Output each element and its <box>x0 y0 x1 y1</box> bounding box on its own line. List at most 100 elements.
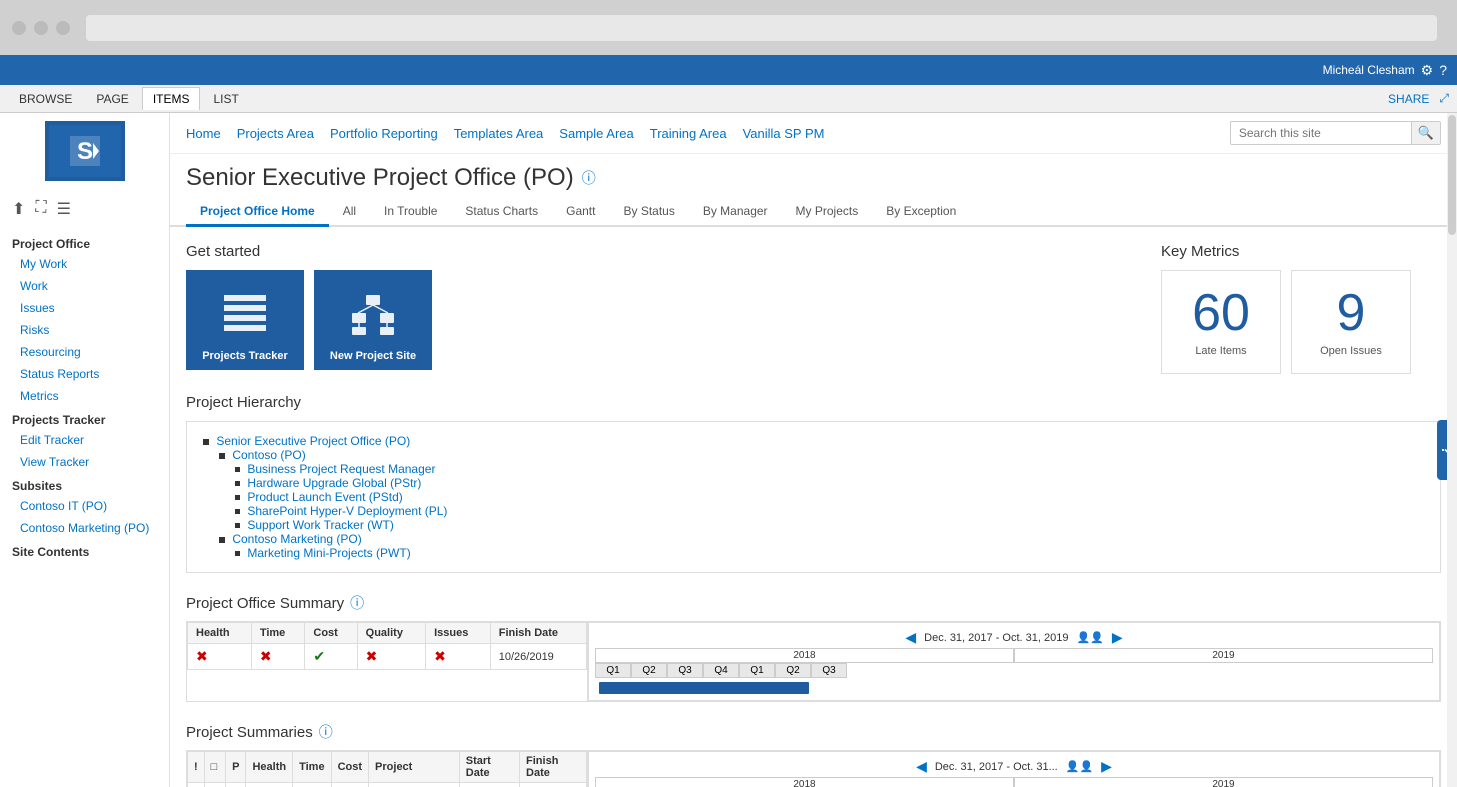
view-tab-by-manager[interactable]: By Manager <box>689 198 782 227</box>
sidebar-item-contoso-it[interactable]: Contoso IT (PO) <box>0 495 169 517</box>
sidebar-item-risks[interactable]: Risks <box>0 319 169 341</box>
expand-button[interactable]: ⤢ <box>1439 91 1449 106</box>
topnav-templates-area[interactable]: Templates Area <box>454 126 544 141</box>
ps-time: ✖ <box>293 783 331 787</box>
ps-info-icon[interactable]: ⓘ <box>319 722 333 742</box>
sidebar-item-edit-tracker[interactable]: Edit Tracker <box>0 429 169 451</box>
hierarchy-link-4[interactable]: Hardware Upgrade Global (PStr) <box>247 476 421 490</box>
view-tab-all[interactable]: All <box>329 198 370 227</box>
tab-page[interactable]: PAGE <box>85 87 139 110</box>
pos-quality: ✖ <box>357 644 425 670</box>
pos-gantt: ◀ Dec. 31, 2017 - Oct. 31, 2019 👤👤 ▶ 201… <box>588 622 1440 701</box>
gantt-year-2018: 2018 <box>595 648 1014 663</box>
ps-status-icon: ▶ <box>204 783 225 787</box>
gantt-next[interactable]: ▶ <box>1112 629 1123 646</box>
gantt-q2-2019: Q2 <box>775 663 811 678</box>
ps-project-name[interactable]: Small Systems Projects <box>369 783 460 787</box>
view-icon[interactable]: ☰ <box>57 199 71 219</box>
hierarchy-l3-6: Marketing Mini-Projects (PWT) <box>203 546 1424 560</box>
browser-address-bar[interactable] <box>86 15 1437 41</box>
hierarchy-link-3[interactable]: Business Project Request Manager <box>247 462 435 476</box>
gantt-prev[interactable]: ◀ <box>905 629 916 646</box>
view-tabs: Project Office Home All In Trouble Statu… <box>170 198 1457 227</box>
view-tab-by-status[interactable]: By Status <box>609 198 688 227</box>
col-issues: Issues <box>426 623 491 644</box>
bullet-3 <box>235 467 240 472</box>
sidebar-item-metrics[interactable]: Metrics <box>0 385 169 407</box>
card-new-project-site-label: New Project Site <box>330 350 416 362</box>
ps-row-1: ! ▶ ✔ ✖ ⚠ Small Systems Projects 1/4/201… <box>188 783 587 787</box>
topnav-sample-area[interactable]: Sample Area <box>559 126 633 141</box>
share-button[interactable]: SHARE <box>1388 92 1429 106</box>
ps-table: ! □ P Health Time Cost Project Start Dat… <box>187 751 587 787</box>
pos-table: Health Time Cost Quality Issues Finish D… <box>187 622 587 670</box>
page-body: Get started <box>170 227 1457 787</box>
gantt-q3-2018: Q3 <box>667 663 703 678</box>
page-info-icon[interactable]: ⓘ <box>582 168 596 188</box>
hierarchy-l3-5: Support Work Tracker (WT) <box>203 518 1424 532</box>
topnav-projects-area[interactable]: Projects Area <box>237 126 314 141</box>
topnav-home[interactable]: Home <box>186 126 221 141</box>
ps-gantt-prev[interactable]: ◀ <box>916 758 927 775</box>
search-input[interactable] <box>1231 123 1411 143</box>
sidebar-item-resourcing[interactable]: Resourcing <box>0 341 169 363</box>
card-projects-tracker-label: Projects Tracker <box>202 350 288 362</box>
card-projects-tracker[interactable]: Projects Tracker <box>186 270 304 370</box>
sidebar-section-project-office[interactable]: Project Office <box>0 231 169 253</box>
tab-browse[interactable]: BROWSE <box>8 87 83 110</box>
card-new-project-site[interactable]: New Project Site <box>314 270 432 370</box>
top-section: Get started <box>186 243 1441 374</box>
hierarchy-link-6[interactable]: SharePoint Hyper-V Deployment (PL) <box>247 504 447 518</box>
pos-info-icon[interactable]: ⓘ <box>350 593 364 613</box>
pos-table-area: Health Time Cost Quality Issues Finish D… <box>187 622 587 701</box>
project-summaries-section: Project Summaries ⓘ ! □ P Health <box>186 722 1441 787</box>
share-bar: SHARE ⤢ <box>1388 91 1449 106</box>
hierarchy-link-7[interactable]: Support Work Tracker (WT) <box>247 518 393 532</box>
expand-icon[interactable]: ⛶ <box>35 199 46 219</box>
scrollbar[interactable] <box>1447 113 1457 787</box>
view-tab-project-office-home[interactable]: Project Office Home <box>186 198 329 227</box>
hierarchy-box: Senior Executive Project Office (PO) Con… <box>186 421 1441 573</box>
view-tab-status-charts[interactable]: Status Charts <box>451 198 552 227</box>
project-hierarchy-section: Project Hierarchy Senior Executive Proje… <box>186 394 1441 573</box>
view-tab-by-exception[interactable]: By Exception <box>872 198 970 227</box>
view-tab-my-projects[interactable]: My Projects <box>782 198 873 227</box>
hierarchy-l3-1: Business Project Request Manager <box>203 462 1424 476</box>
bullet-1 <box>203 439 209 445</box>
upload-icon[interactable]: ⬆ <box>12 199 25 219</box>
sidebar-item-status-reports[interactable]: Status Reports <box>0 363 169 385</box>
metric-late-items-value: 60 <box>1178 287 1264 339</box>
tab-items[interactable]: ITEMS <box>142 87 201 110</box>
ps-gantt-next[interactable]: ▶ <box>1101 758 1112 775</box>
col-time: Time <box>251 623 305 644</box>
ps-col-flag: ! <box>188 752 205 783</box>
sidebar-section-subsites[interactable]: Subsites <box>0 473 169 495</box>
hierarchy-link-2[interactable]: Contoso (PO) <box>232 448 305 462</box>
view-tab-in-trouble[interactable]: In Trouble <box>370 198 451 227</box>
ps-table-area: ! □ P Health Time Cost Project Start Dat… <box>187 751 587 787</box>
sidebar-section-site-contents[interactable]: Site Contents <box>0 539 169 561</box>
hierarchy-l1-1: Senior Executive Project Office (PO) <box>203 434 1424 448</box>
pos-row: ✖ ✖ ✔ ✖ ✖ 10/26/2019 <box>188 644 587 670</box>
hierarchy-link-5[interactable]: Product Launch Event (PStd) <box>247 490 402 504</box>
sidebar-item-contoso-marketing[interactable]: Contoso Marketing (PO) <box>0 517 169 539</box>
topnav-training-area[interactable]: Training Area <box>650 126 727 141</box>
sidebar-item-view-tracker[interactable]: View Tracker <box>0 451 169 473</box>
settings-icon[interactable]: ⚙ <box>1421 62 1434 79</box>
hierarchy-link-9[interactable]: Marketing Mini-Projects (PWT) <box>247 546 410 560</box>
hierarchy-link-8[interactable]: Contoso Marketing (PO) <box>232 532 361 546</box>
scrollbar-thumb[interactable] <box>1448 115 1456 235</box>
browser-dot-3 <box>56 21 70 35</box>
sidebar-item-issues[interactable]: Issues <box>0 297 169 319</box>
help-icon[interactable]: ? <box>1439 62 1447 78</box>
topnav-vanilla-sp-pm[interactable]: Vanilla SP PM <box>743 126 825 141</box>
sidebar-item-my-work[interactable]: My Work <box>0 253 169 275</box>
sidebar-item-work[interactable]: Work <box>0 275 169 297</box>
tab-list[interactable]: LIST <box>202 87 249 110</box>
search-button[interactable]: 🔍 <box>1411 122 1440 144</box>
sidebar-section-projects-tracker[interactable]: Projects Tracker <box>0 407 169 429</box>
top-nav: Home Projects Area Portfolio Reporting T… <box>170 113 1457 154</box>
hierarchy-link-1[interactable]: Senior Executive Project Office (PO) <box>216 434 410 448</box>
topnav-portfolio-reporting[interactable]: Portfolio Reporting <box>330 126 438 141</box>
view-tab-gantt[interactable]: Gantt <box>552 198 609 227</box>
